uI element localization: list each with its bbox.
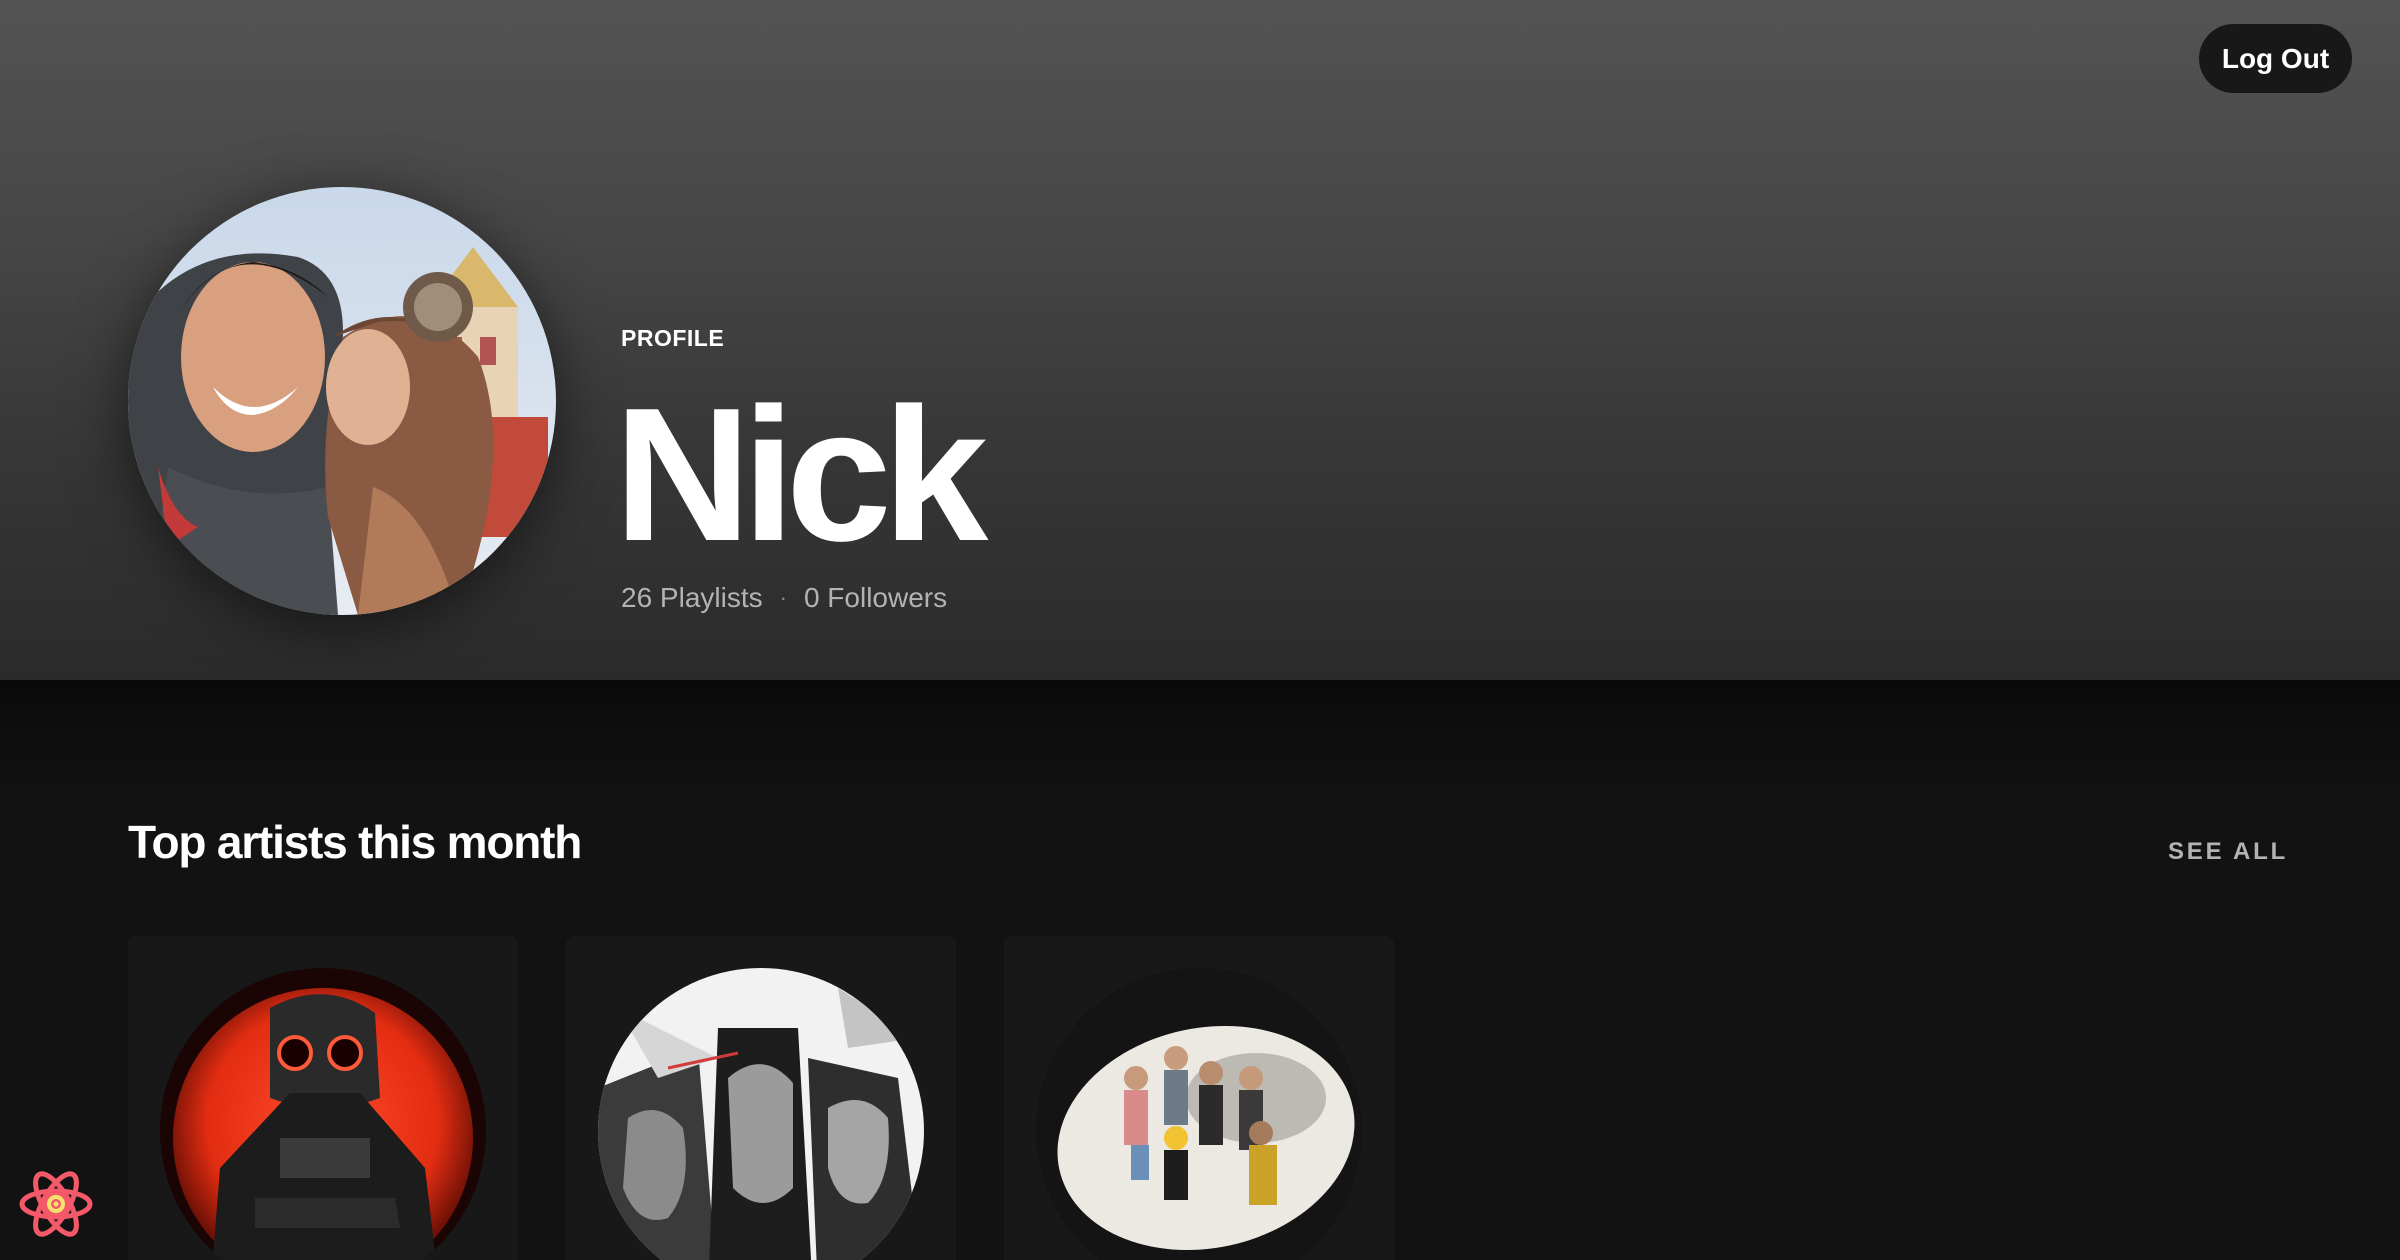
artist-band-group-photo [1036, 968, 1362, 1260]
react-logo-icon [19, 1171, 93, 1237]
artist-image [160, 968, 486, 1260]
profile-header: Log Out PROFILE Nick 26 Playlists · 0 Fo… [0, 0, 2400, 680]
artist-card[interactable] [1004, 936, 1394, 1260]
logout-button[interactable]: Log Out [2199, 24, 2352, 93]
artist-bw-collage [598, 968, 924, 1260]
followers-count[interactable]: 0 Followers [804, 582, 947, 614]
artist-red-glowing-goggles [160, 968, 486, 1260]
artist-card[interactable] [128, 936, 518, 1260]
profile-stats: 26 Playlists · 0 Followers [621, 582, 947, 614]
profile-page: Log Out PROFILE Nick 26 Playlists · 0 Fo… [0, 0, 2400, 1260]
profile-type-label: PROFILE [621, 325, 725, 351]
stats-separator: · [779, 585, 787, 610]
section-title: Top artists this month [128, 816, 582, 868]
content-fade [0, 680, 2400, 800]
artist-image [598, 968, 924, 1260]
artist-image [1036, 968, 1362, 1260]
avatar-photo [128, 187, 556, 615]
react-devtools-icon[interactable] [16, 1164, 96, 1244]
profile-name: Nick [614, 369, 988, 581]
playlists-count[interactable]: 26 Playlists [621, 582, 763, 614]
avatar [128, 187, 556, 615]
see-all-link[interactable]: SEE ALL [2168, 838, 2288, 866]
artist-card[interactable] [566, 936, 956, 1260]
